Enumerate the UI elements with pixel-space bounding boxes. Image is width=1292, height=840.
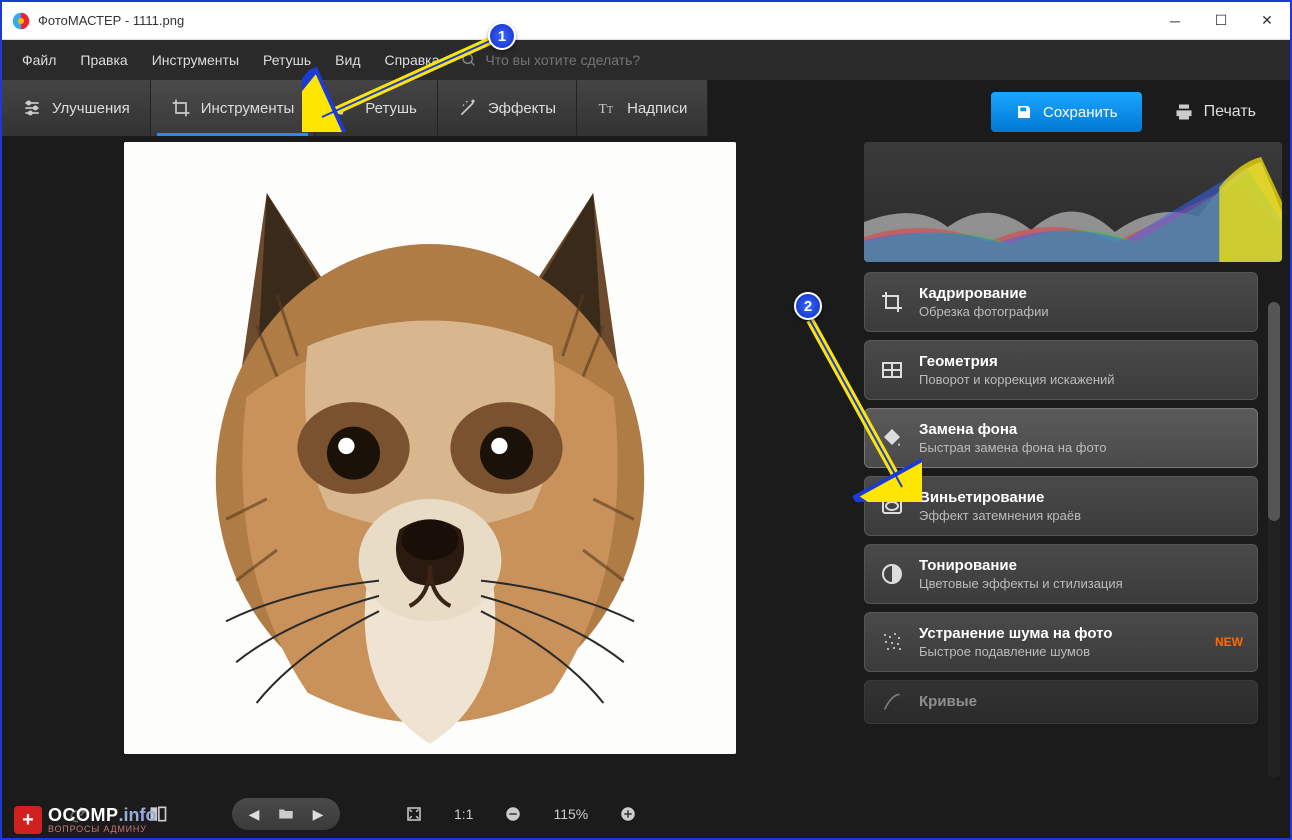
- menu-view[interactable]: Вид: [325, 46, 370, 74]
- app-icon: [12, 12, 30, 30]
- print-label: Печать: [1204, 103, 1256, 121]
- tool-curves[interactable]: Кривые: [864, 680, 1258, 724]
- watermark-sub: ВОПРОСЫ АДМИНУ: [48, 825, 157, 834]
- watermark: + OCOMP.info ВОПРОСЫ АДМИНУ: [14, 806, 157, 834]
- tab-label: Надписи: [627, 100, 687, 117]
- minimize-button[interactable]: ─: [1152, 2, 1198, 39]
- print-button[interactable]: Печать: [1154, 92, 1276, 132]
- tool-crop[interactable]: Кадрирование Обрезка фотографии: [864, 272, 1258, 332]
- sliders-icon: [22, 98, 42, 118]
- svg-text:T: T: [607, 105, 613, 116]
- text-icon: TT: [597, 98, 617, 118]
- fit-screen-button[interactable]: [398, 798, 430, 830]
- panel-scrollbar[interactable]: [1268, 302, 1280, 778]
- watermark-domain: .info: [119, 805, 157, 825]
- prev-image-button[interactable]: ◀: [238, 798, 270, 830]
- menu-help[interactable]: Справка: [374, 46, 449, 74]
- tool-geometry[interactable]: Геометрия Поворот и коррекция искажений: [864, 340, 1258, 400]
- menu-file[interactable]: Файл: [12, 46, 66, 74]
- window-titlebar: ФотоМАСТЕР - 1111.png ─ ☐ ✕: [2, 2, 1290, 40]
- scroll-thumb[interactable]: [1268, 302, 1280, 521]
- zoom-out-button[interactable]: [497, 798, 529, 830]
- tool-title: Тонирование: [919, 557, 1243, 574]
- tool-title: Геометрия: [919, 353, 1243, 370]
- crop-icon: [879, 289, 905, 315]
- menu-retouch[interactable]: Ретушь: [253, 46, 321, 74]
- tab-label: Эффекты: [488, 100, 556, 117]
- close-button[interactable]: ✕: [1244, 2, 1290, 39]
- work-area: Кадрирование Обрезка фотографии Геометри…: [2, 136, 1290, 790]
- tool-subtitle: Быстрая замена фона на фото: [919, 440, 1243, 455]
- tool-title: Виньетирование: [919, 489, 1243, 506]
- svg-text:T: T: [599, 101, 607, 116]
- canvas-image[interactable]: [124, 142, 736, 754]
- curves-icon: [879, 689, 905, 715]
- menu-edit[interactable]: Правка: [70, 46, 137, 74]
- brush-icon: [335, 98, 355, 118]
- canvas-zone: [2, 136, 858, 790]
- bucket-icon: [879, 425, 905, 451]
- main-tab-bar: Улучшения Инструменты Ретушь Эффекты TT …: [2, 80, 1290, 136]
- callout-2: 2: [794, 292, 822, 320]
- bottom-bar: ◀ ▶ 1:1 115%: [2, 790, 1290, 838]
- nav-group: ◀ ▶: [232, 798, 340, 830]
- tab-text[interactable]: TT Надписи: [577, 80, 708, 136]
- tab-tools[interactable]: Инструменты: [151, 80, 316, 136]
- search-input[interactable]: [485, 52, 705, 68]
- save-icon: [1015, 103, 1033, 121]
- maximize-button[interactable]: ☐: [1198, 2, 1244, 39]
- tool-list: Кадрирование Обрезка фотографии Геометри…: [864, 272, 1282, 790]
- save-button[interactable]: Сохранить: [991, 92, 1142, 132]
- tool-subtitle: Обрезка фотографии: [919, 304, 1243, 319]
- tool-subtitle: Поворот и коррекция искажений: [919, 372, 1243, 387]
- wand-icon: [458, 98, 478, 118]
- vignette-icon: [879, 493, 905, 519]
- next-image-button[interactable]: ▶: [302, 798, 334, 830]
- tool-vignette[interactable]: Виньетирование Эффект затемнения краёв: [864, 476, 1258, 536]
- tool-denoise[interactable]: Устранение шума на фото Быстрое подавлен…: [864, 612, 1258, 672]
- grid-icon: [879, 357, 905, 383]
- menu-bar: Файл Правка Инструменты Ретушь Вид Справ…: [2, 40, 1290, 80]
- tool-toning[interactable]: Тонирование Цветовые эффекты и стилизаци…: [864, 544, 1258, 604]
- open-folder-button[interactable]: [270, 798, 302, 830]
- save-label: Сохранить: [1043, 104, 1118, 121]
- crop-icon: [171, 98, 191, 118]
- tool-replace-background[interactable]: Замена фона Быстрая замена фона на фото: [864, 408, 1258, 468]
- print-icon: [1174, 102, 1194, 122]
- tab-label: Инструменты: [201, 100, 295, 117]
- menu-tools[interactable]: Инструменты: [142, 46, 249, 74]
- search-icon: [461, 52, 477, 68]
- tab-label: Ретушь: [365, 100, 417, 117]
- tab-effects[interactable]: Эффекты: [438, 80, 577, 136]
- tool-title: Замена фона: [919, 421, 1243, 438]
- contrast-icon: [879, 561, 905, 587]
- tab-label: Улучшения: [52, 100, 130, 117]
- watermark-main: OCOMP: [48, 805, 119, 825]
- window-title: ФотоМАСТЕР - 1111.png: [38, 13, 1152, 28]
- right-panel: Кадрирование Обрезка фотографии Геометри…: [858, 136, 1290, 790]
- tool-subtitle: Цветовые эффекты и стилизация: [919, 576, 1243, 591]
- watermark-icon: +: [14, 806, 42, 834]
- zoom-ratio[interactable]: 1:1: [444, 806, 483, 822]
- tool-title: Кривые: [919, 693, 1243, 710]
- callout-1: 1: [488, 22, 516, 50]
- zoom-percent[interactable]: 115%: [543, 806, 598, 822]
- tab-enhancements[interactable]: Улучшения: [2, 80, 151, 136]
- tool-subtitle: Эффект затемнения краёв: [919, 508, 1243, 523]
- tool-title: Устранение шума на фото: [919, 625, 1201, 642]
- zoom-in-button[interactable]: [612, 798, 644, 830]
- new-badge: NEW: [1215, 635, 1243, 649]
- tab-retouch[interactable]: Ретушь: [315, 80, 438, 136]
- tool-subtitle: Быстрое подавление шумов: [919, 644, 1201, 659]
- noise-icon: [879, 629, 905, 655]
- histogram[interactable]: [864, 142, 1282, 262]
- tool-title: Кадрирование: [919, 285, 1243, 302]
